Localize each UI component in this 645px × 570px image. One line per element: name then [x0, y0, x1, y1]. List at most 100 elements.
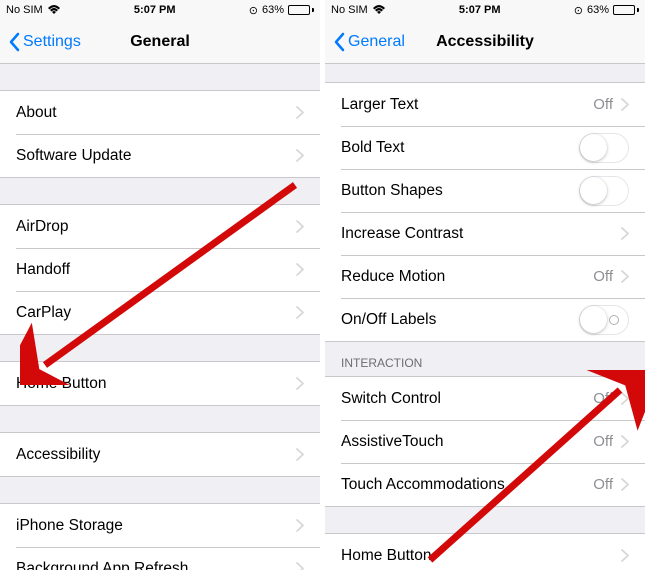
cell-reduce-motion[interactable]: Reduce MotionOff — [325, 255, 645, 298]
cell-accessibility[interactable]: Accessibility — [0, 433, 320, 476]
cell-larger-text[interactable]: Larger TextOff — [325, 83, 645, 126]
alarm-icon: ⊙ — [249, 4, 258, 17]
cell-group: iPhone Storage Background App Refresh — [0, 503, 320, 570]
chevron-right-icon — [621, 435, 629, 448]
cell-accessory — [579, 133, 629, 163]
cell-touch-accommodations[interactable]: Touch AccommodationsOff — [325, 463, 645, 506]
cell-carplay[interactable]: CarPlay — [0, 291, 320, 334]
cell-label: Increase Contrast — [341, 225, 621, 243]
chevron-right-icon — [296, 149, 304, 162]
cell-handoff[interactable]: Handoff — [0, 248, 320, 291]
cell-group: Switch ControlOff AssistiveTouchOff Touc… — [325, 376, 645, 507]
cell-label: Home Button — [16, 375, 296, 393]
back-label: Settings — [23, 33, 81, 51]
section-gap — [0, 477, 320, 503]
clock: 5:07 PM — [459, 4, 501, 16]
cell-value: Off — [593, 433, 613, 450]
cell-accessory: Off — [593, 96, 629, 113]
chevron-right-icon — [621, 549, 629, 562]
section-header: INTERACTION — [325, 342, 645, 376]
scroll-content[interactable]: Larger TextOff Bold Text Button Shapes Inc… — [325, 64, 645, 570]
back-button[interactable]: Settings — [8, 32, 81, 52]
cell-value: Off — [593, 268, 613, 285]
cell-group: Home Button — [0, 361, 320, 406]
cell-switch-control[interactable]: Switch ControlOff — [325, 377, 645, 420]
cell-bold-text[interactable]: Bold Text — [325, 126, 645, 169]
chevron-right-icon — [621, 227, 629, 240]
cell-accessory — [621, 227, 629, 240]
chevron-right-icon — [296, 519, 304, 532]
cell-accessory: Off — [593, 476, 629, 493]
toggle-switch[interactable] — [579, 133, 629, 163]
cell-accessory — [621, 549, 629, 562]
status-bar: No SIM 5:07 PM ⊙ 63% — [0, 0, 320, 20]
carrier-text: No SIM — [331, 4, 368, 16]
nav-bar: Settings General — [0, 20, 320, 64]
chevron-right-icon — [296, 263, 304, 276]
cell-label: Handoff — [16, 261, 296, 279]
section-gap — [0, 406, 320, 432]
cell-home-button[interactable]: Home Button — [325, 534, 645, 570]
chevron-right-icon — [296, 377, 304, 390]
cell-label: About — [16, 104, 296, 122]
cell-accessory — [296, 106, 304, 119]
cell-button-shapes[interactable]: Button Shapes — [325, 169, 645, 212]
cell-increase-contrast[interactable]: Increase Contrast — [325, 212, 645, 255]
status-bar: No SIM 5:07 PM ⊙ 63% — [325, 0, 645, 20]
cell-accessory — [296, 263, 304, 276]
cell-label: Bold Text — [341, 139, 579, 157]
cell-label: CarPlay — [16, 304, 296, 322]
cell-label: On/Off Labels — [341, 311, 579, 329]
cell-group: AirDrop Handoff CarPlay — [0, 204, 320, 335]
cell-group: Larger TextOff Bold Text Button Shapes Inc… — [325, 82, 645, 342]
section-gap — [325, 64, 645, 82]
cell-label: Home Button — [341, 547, 621, 565]
chevron-left-icon — [333, 32, 345, 52]
section-gap — [0, 335, 320, 361]
battery-icon — [613, 5, 639, 15]
back-button[interactable]: General — [333, 32, 405, 52]
chevron-right-icon — [621, 98, 629, 111]
cell-label: Switch Control — [341, 390, 593, 408]
clock: 5:07 PM — [134, 4, 176, 16]
cell-background-app-refresh[interactable]: Background App Refresh — [0, 547, 320, 570]
cell-accessory — [296, 562, 304, 570]
cell-value: Off — [593, 96, 613, 113]
section-gap — [325, 507, 645, 533]
cell-accessory: Off — [593, 433, 629, 450]
chevron-right-icon — [621, 392, 629, 405]
chevron-right-icon — [621, 270, 629, 283]
cell-accessory: Off — [593, 390, 629, 407]
cell-label: AirDrop — [16, 218, 296, 236]
cell-on-off-labels[interactable]: On/Off Labels — [325, 298, 645, 341]
cell-airdrop[interactable]: AirDrop — [0, 205, 320, 248]
cell-assistivetouch[interactable]: AssistiveTouchOff — [325, 420, 645, 463]
cell-software-update[interactable]: Software Update — [0, 134, 320, 177]
cell-group: Home Button Siri Reachability — [325, 533, 645, 570]
cell-label: Reduce Motion — [341, 268, 593, 286]
chevron-right-icon — [296, 306, 304, 319]
back-label: General — [348, 33, 405, 51]
battery-percent: 63% — [587, 4, 609, 16]
section-gap — [0, 178, 320, 204]
toggle-switch[interactable] — [579, 305, 629, 335]
cell-accessory — [579, 305, 629, 335]
toggle-switch[interactable] — [579, 176, 629, 206]
cell-about[interactable]: About — [0, 91, 320, 134]
chevron-right-icon — [296, 220, 304, 233]
chevron-right-icon — [296, 448, 304, 461]
cell-iphone-storage[interactable]: iPhone Storage — [0, 504, 320, 547]
chevron-right-icon — [296, 562, 304, 570]
cell-value: Off — [593, 390, 613, 407]
chevron-right-icon — [621, 478, 629, 491]
cell-accessory — [296, 149, 304, 162]
battery-icon — [288, 5, 314, 15]
cell-accessory — [296, 306, 304, 319]
scroll-content[interactable]: About Software Update AirDrop Handoff Ca… — [0, 64, 320, 570]
cell-accessory: Off — [593, 268, 629, 285]
cell-accessory — [296, 220, 304, 233]
carrier-text: No SIM — [6, 4, 43, 16]
section-gap — [0, 64, 320, 90]
battery-percent: 63% — [262, 4, 284, 16]
cell-home-button[interactable]: Home Button — [0, 362, 320, 405]
